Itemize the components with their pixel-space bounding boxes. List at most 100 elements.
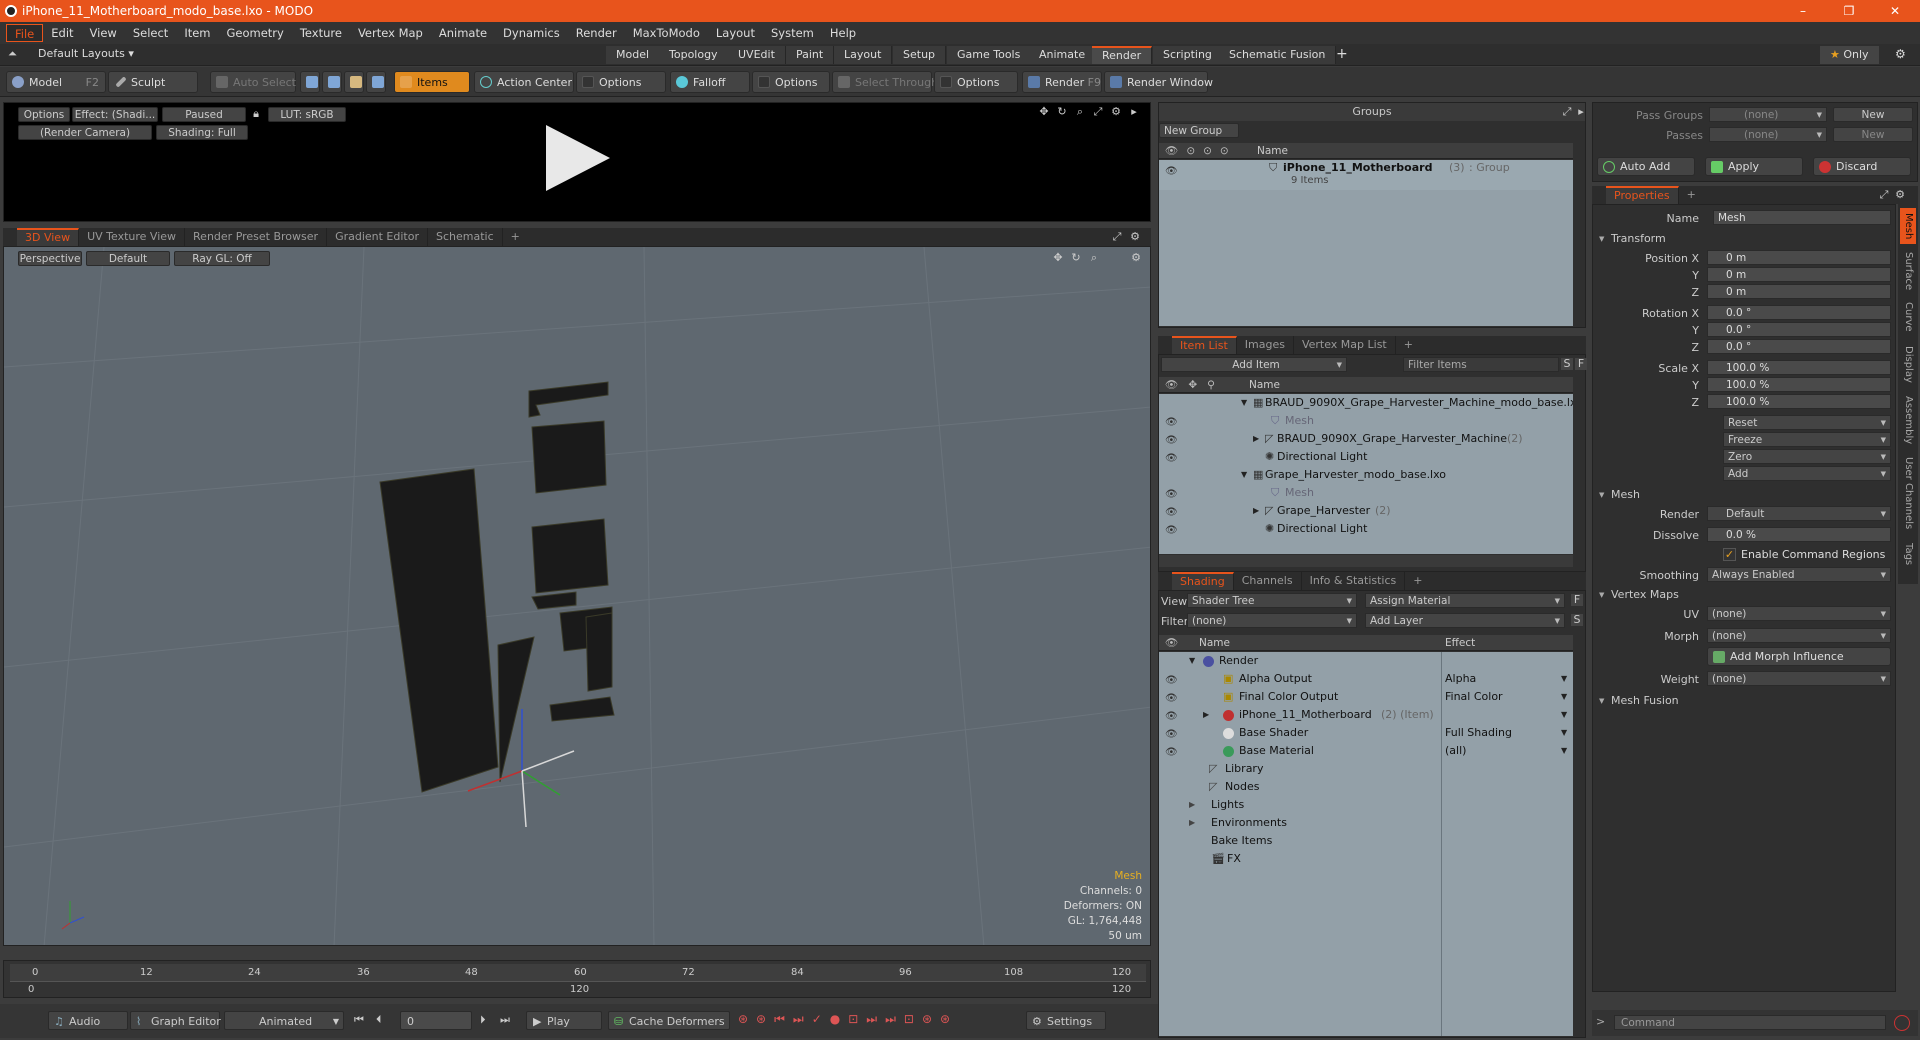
mesh-fusion-section[interactable]: Mesh Fusion [1595,693,1679,709]
viewport-tab-gear-icon[interactable]: ⚙ [1129,231,1141,243]
select-edges-button[interactable] [322,71,342,93]
tab-model[interactable]: Model [606,46,661,64]
rotation-z-field[interactable]: 0.0 ° [1707,339,1891,354]
action-center-options-button[interactable]: Options [576,71,666,93]
filter-items-input[interactable]: Filter Items [1403,357,1559,372]
viewport-zoom-icon[interactable]: ⌕ [1088,252,1100,264]
shader-row[interactable]: ▶ Environments [1159,814,1573,832]
menu-vertex-map[interactable]: Vertex Map [350,24,431,42]
tab-render[interactable]: Render [1092,46,1153,64]
raygl-dropdown[interactable]: Ray GL: Off [174,251,270,266]
discard-button[interactable]: Discard [1813,157,1911,176]
viewport-rotate-icon[interactable]: ↻ [1070,252,1082,264]
preview-expand-icon[interactable]: ▸ [1128,106,1140,118]
menu-system[interactable]: System [763,24,822,42]
zoom-icon[interactable]: ⌕ [1074,106,1086,118]
list-item[interactable]: ▼ ▦ Grape_Harvester_modo_base.lxo [1159,466,1573,484]
shader-row[interactable]: 🎬︎ FX [1159,850,1573,868]
tab-uvedit[interactable]: UVEdit [728,46,786,64]
side-tab-assembly[interactable]: Assembly [1900,392,1916,448]
group-row[interactable]: 👁 ⛉ iPhone_11_Motherboard (3) : Group 9 … [1159,160,1573,190]
falloff-button[interactable]: Falloff [670,71,750,93]
eye-icon[interactable]: 👁 [1165,708,1178,722]
preview-lut-dropdown[interactable]: LUT: sRGB [268,107,346,122]
select-polygons-button[interactable] [344,71,364,93]
shader-row[interactable]: ▶ Lights [1159,796,1573,814]
tab-uv-texture-view[interactable]: UV Texture View [79,228,186,246]
perspective-dropdown[interactable]: Perspective [18,251,82,266]
step-forward-icon[interactable]: ⏵ [480,1013,486,1027]
menu-item[interactable]: Item [176,24,218,42]
select-through-button[interactable]: Select Through [832,71,938,93]
tab-shading[interactable]: Shading [1172,572,1234,590]
preview-options-button[interactable]: Options [18,107,70,122]
timeline[interactable]: 0 12 24 36 48 60 72 84 96 108 120 0 120 … [3,960,1151,998]
menu-dynamics[interactable]: Dynamics [495,24,568,42]
select-materials-button[interactable] [366,71,386,93]
render-dropdown[interactable]: Default [1707,506,1891,522]
chevron-down-icon[interactable]: ▼ [1561,742,1567,760]
add-morph-influence-button[interactable]: Add Morph Influence [1707,647,1891,666]
shader-row[interactable]: Bake Items [1159,832,1573,850]
tab-render-preset-browser[interactable]: Render Preset Browser [185,228,328,246]
render-window-button[interactable]: Render Window [1104,71,1213,93]
action-center-button[interactable]: Action Center [474,71,574,93]
morph-dropdown[interactable]: (none) [1707,628,1891,644]
vertex-maps-section[interactable]: Vertex Maps [1595,587,1679,603]
tab-topology[interactable]: Topology [659,46,729,64]
model-mode-button[interactable]: Model F2 [6,71,106,93]
scale-z-field[interactable]: 100.0 % [1707,394,1891,409]
add-item-dropdown[interactable]: Add Item [1161,357,1347,373]
menu-texture[interactable]: Texture [292,24,350,42]
rotation-x-field[interactable]: 0.0 ° [1707,305,1891,320]
lock-icon[interactable]: 🔒︎ [250,108,262,120]
item-list-hscroll[interactable] [1159,555,1573,567]
preview-camera-dropdown[interactable]: (Render Camera) [18,125,152,140]
close-button[interactable]: ✕ [1872,0,1918,22]
maximize-icon[interactable]: ⤢ [1092,106,1104,118]
play-icon[interactable] [546,125,610,191]
shading-s-button[interactable]: S [1571,614,1583,626]
position-x-field[interactable]: 0 m [1707,250,1891,265]
eye-icon[interactable]: 👁 [1165,744,1178,758]
apply-button[interactable]: Apply [1705,157,1803,176]
eye-icon[interactable]: 👁 [1165,690,1178,704]
eye-icon[interactable]: 👁 [1165,414,1178,428]
side-tab-mesh[interactable]: Mesh [1900,208,1916,244]
tab-scripting[interactable]: Scripting [1153,46,1223,64]
menu-geometry[interactable]: Geometry [219,24,292,42]
side-tab-user-channels[interactable]: User Channels [1900,452,1916,534]
cache-deformers-button[interactable]: ⛁ Cache Deformers [608,1011,730,1030]
tab-properties[interactable]: Properties [1606,186,1679,204]
expand-icon[interactable]: ▶ [1253,430,1259,448]
filter-s-button[interactable]: S [1561,358,1573,370]
weight-dropdown[interactable]: (none) [1707,671,1891,687]
play-button[interactable]: ▶ Play [526,1011,602,1030]
viewport-pan-icon[interactable]: ✥ [1052,252,1064,264]
add-layer-dropdown[interactable]: Add Layer [1365,613,1565,629]
menu-file[interactable]: File [6,24,44,42]
keyframe-tools-icons[interactable]: ⊛⊛⏮⏭✓●⊡⏭⏭⊡⊛⊛ [738,1012,958,1027]
graph-editor-button[interactable]: ⌇ Graph Editor [130,1011,221,1030]
rotation-y-field[interactable]: 0.0 ° [1707,322,1891,337]
shader-row[interactable]: ◸ Nodes [1159,778,1573,796]
groups-expand-icon[interactable]: ▸ [1575,106,1587,118]
scale-x-field[interactable]: 100.0 % [1707,360,1891,375]
step-back-icon[interactable]: ⏴ [376,1013,382,1027]
go-end-icon[interactable]: ⏭ [500,1013,510,1027]
command-input[interactable]: Command [1614,1015,1886,1030]
tab-3d-view[interactable]: 3D View [17,228,80,246]
side-tab-display[interactable]: Display [1900,340,1916,388]
tab-channels[interactable]: Channels [1234,572,1302,590]
eye-icon[interactable]: 👁 [1165,486,1178,500]
passes-dropdown[interactable]: (none) [1709,127,1827,143]
filter-dropdown[interactable]: (none) [1187,613,1357,629]
tab-gradient-editor[interactable]: Gradient Editor [327,228,428,246]
properties-maximize-icon[interactable]: ⤢ [1878,189,1890,201]
add-item-tab-button[interactable]: + [1396,336,1421,354]
collapse-icon[interactable]: ▼ [1241,394,1247,412]
side-tab-curve[interactable]: Curve [1900,298,1916,336]
audio-button[interactable]: ♫ Audio [48,1011,128,1030]
frame-input[interactable]: 0 [400,1011,472,1030]
list-item[interactable]: 👁 ✺ Directional Light [1159,520,1573,538]
